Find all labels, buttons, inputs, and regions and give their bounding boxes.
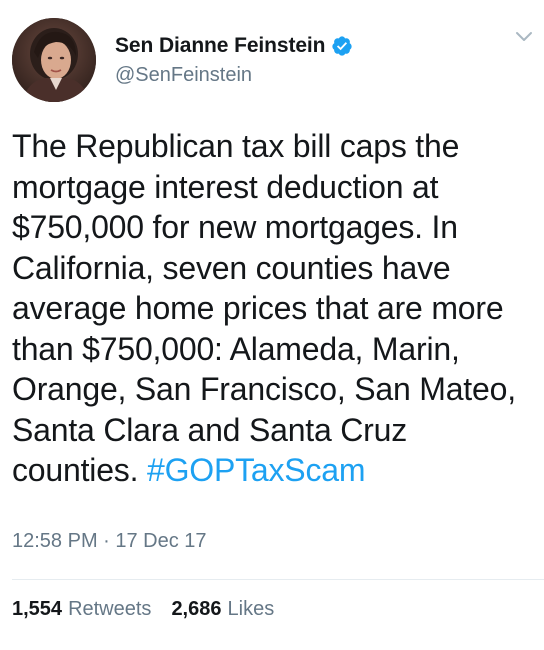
retweets-count: 1,554 xyxy=(12,598,63,620)
likes-label: Likes xyxy=(227,598,275,620)
likes-stat[interactable]: 2,686 Likes xyxy=(171,598,274,621)
author-display-name[interactable]: Sen Dianne Feinstein xyxy=(115,34,325,58)
retweets-label: Retweets xyxy=(68,598,152,620)
verified-badge-icon xyxy=(331,35,353,57)
profile-photo-icon xyxy=(12,18,96,102)
divider xyxy=(12,579,544,580)
avatar[interactable] xyxy=(12,18,96,102)
hashtag-link[interactable]: #GOPTaxScam xyxy=(147,452,366,488)
tweet-text: The Republican tax bill caps the mortgag… xyxy=(12,126,536,491)
author-handle[interactable]: @SenFeinstein xyxy=(115,64,252,87)
tweet-card: Sen Dianne Feinstein @SenFeinstein The R… xyxy=(0,0,544,650)
chevron-down-icon[interactable] xyxy=(514,30,534,44)
likes-count: 2,686 xyxy=(171,598,222,620)
retweets-stat[interactable]: 1,554 Retweets xyxy=(12,598,151,621)
tweet-body: The Republican tax bill caps the mortgag… xyxy=(12,128,516,488)
tweet-timestamp[interactable]: 12:58 PM · 17 Dec 17 xyxy=(12,530,207,553)
author-name-row[interactable]: Sen Dianne Feinstein xyxy=(115,33,353,59)
engagement-stats: 1,554 Retweets 2,686 Likes xyxy=(12,598,294,621)
